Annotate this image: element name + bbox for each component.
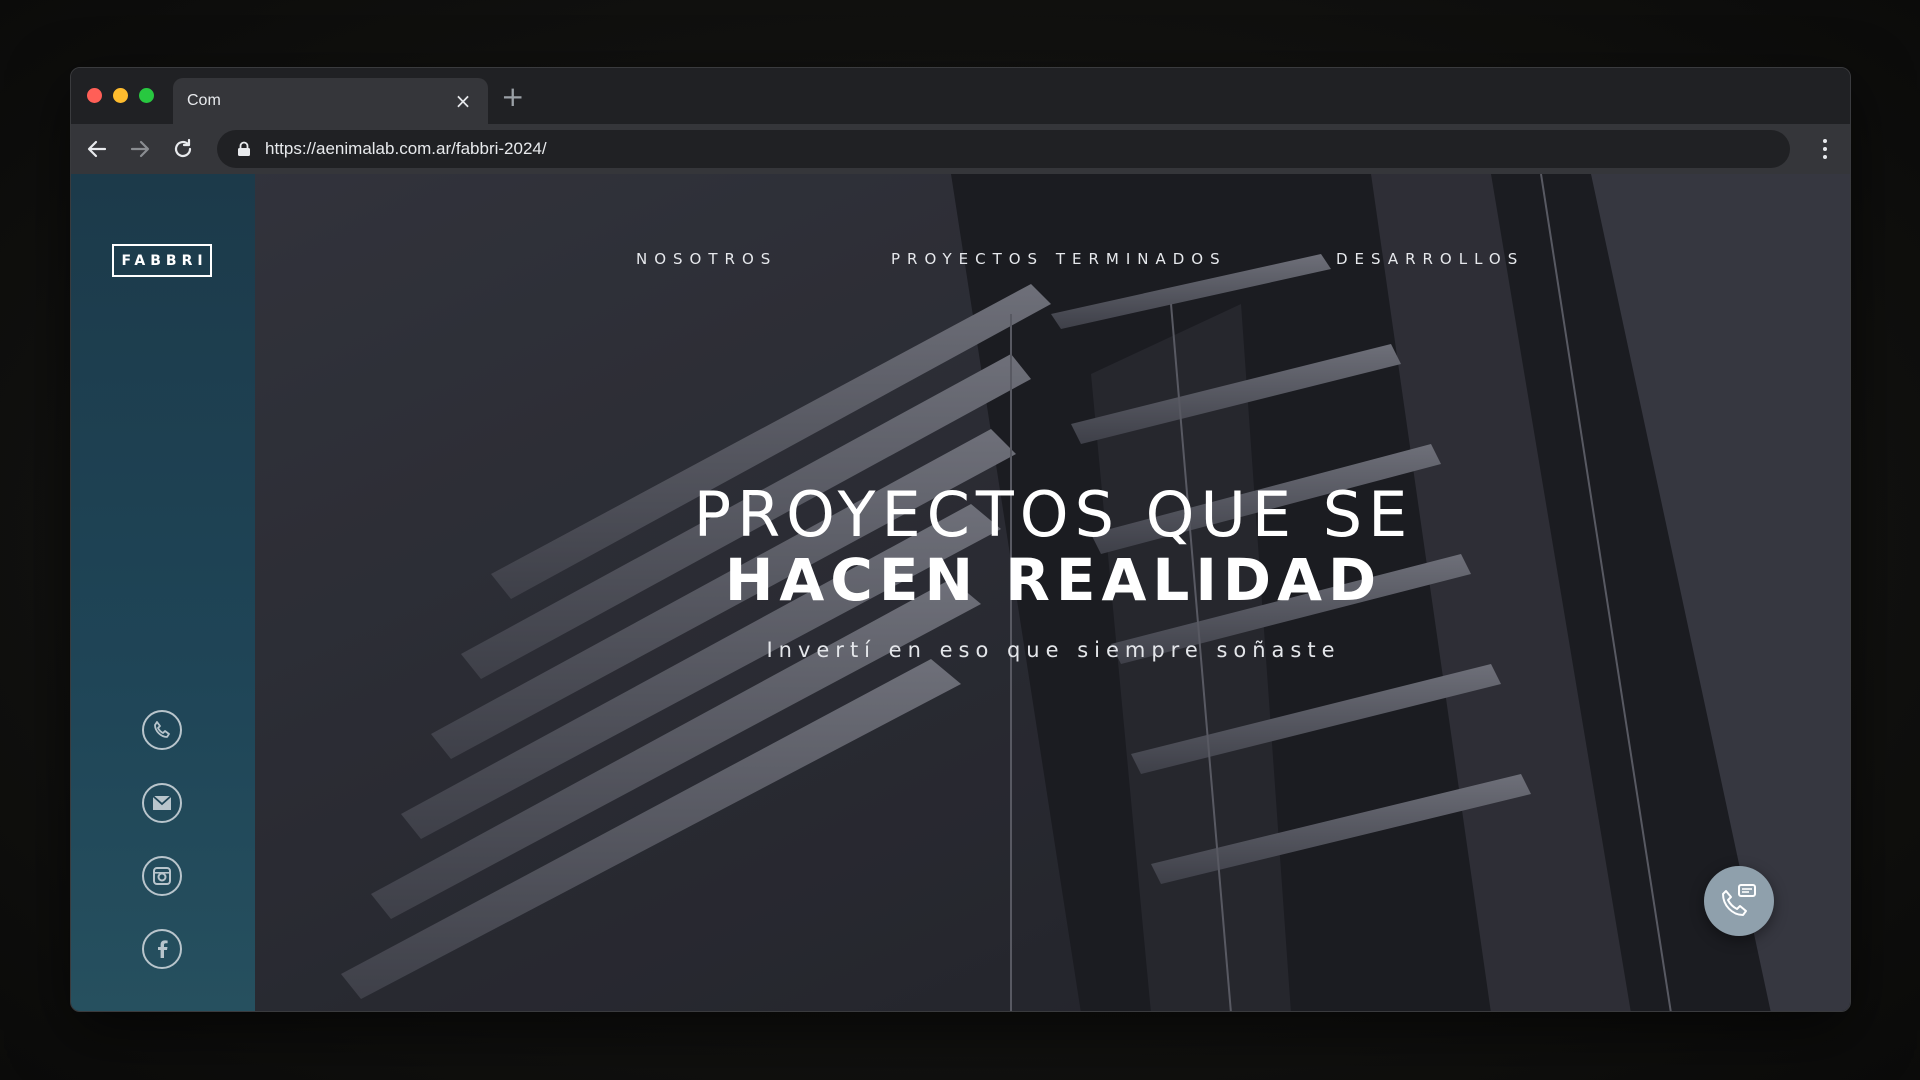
phone-button[interactable] [142, 710, 182, 750]
lock-icon [238, 141, 250, 156]
hero-subtitle: Invertí en eso que siempre soñaste [766, 638, 1341, 662]
address-bar[interactable]: https://aenimalab.com.ar/fabbri-2024/ [217, 130, 1790, 168]
new-tab-button[interactable]: + [501, 82, 524, 112]
contact-fab-button[interactable] [1704, 866, 1774, 936]
url-text: https://aenimalab.com.ar/fabbri-2024/ [265, 139, 547, 158]
arrow-left-icon [87, 140, 107, 158]
browser-menu-button[interactable] [1818, 135, 1832, 163]
hero-title-line1: PROYECTOS QUE SE [693, 478, 1414, 551]
browser-window: Com × + https://aenimalab.com.ar/fabbri-… [70, 67, 1851, 1012]
instagram-icon [153, 867, 171, 885]
left-sidebar: FABBRI [71, 174, 255, 1011]
hero-title-line2: HACEN REALIDAD [724, 546, 1383, 614]
forward-button[interactable] [126, 135, 154, 163]
instagram-button[interactable] [142, 856, 182, 896]
tab-title: Com [187, 92, 221, 109]
phone-icon [154, 721, 170, 738]
nav-nosotros[interactable]: NOSOTROS [636, 250, 777, 268]
browser-tab[interactable]: Com × [173, 78, 488, 124]
mail-icon [152, 795, 172, 810]
fabbri-logo[interactable]: FABBRI [112, 244, 212, 277]
menu-dot-icon [1823, 155, 1827, 159]
tab-close-icon[interactable]: × [452, 90, 474, 112]
browser-toolbar: https://aenimalab.com.ar/fabbri-2024/ [71, 124, 1850, 174]
facebook-icon [158, 940, 168, 958]
facebook-button[interactable] [142, 929, 182, 969]
phone-chat-icon [1722, 884, 1756, 916]
reload-icon [174, 138, 192, 158]
nav-desarrollos[interactable]: DESARROLLOS [1336, 250, 1524, 268]
page-viewport: FABBRI NOSOTROS PROYECTOS TERMINADOS DES… [71, 174, 1850, 1011]
reload-button[interactable] [169, 135, 197, 163]
mail-button[interactable] [142, 783, 182, 823]
close-window-button[interactable] [87, 88, 102, 103]
minimize-window-button[interactable] [113, 88, 128, 103]
menu-dot-icon [1823, 147, 1827, 151]
menu-dot-icon [1823, 139, 1827, 143]
maximize-window-button[interactable] [139, 88, 154, 103]
back-button[interactable] [83, 135, 111, 163]
tab-strip: Com × + [71, 68, 1850, 124]
nav-proyectos-terminados[interactable]: PROYECTOS TERMINADOS [891, 250, 1227, 268]
arrow-right-icon [130, 140, 150, 158]
